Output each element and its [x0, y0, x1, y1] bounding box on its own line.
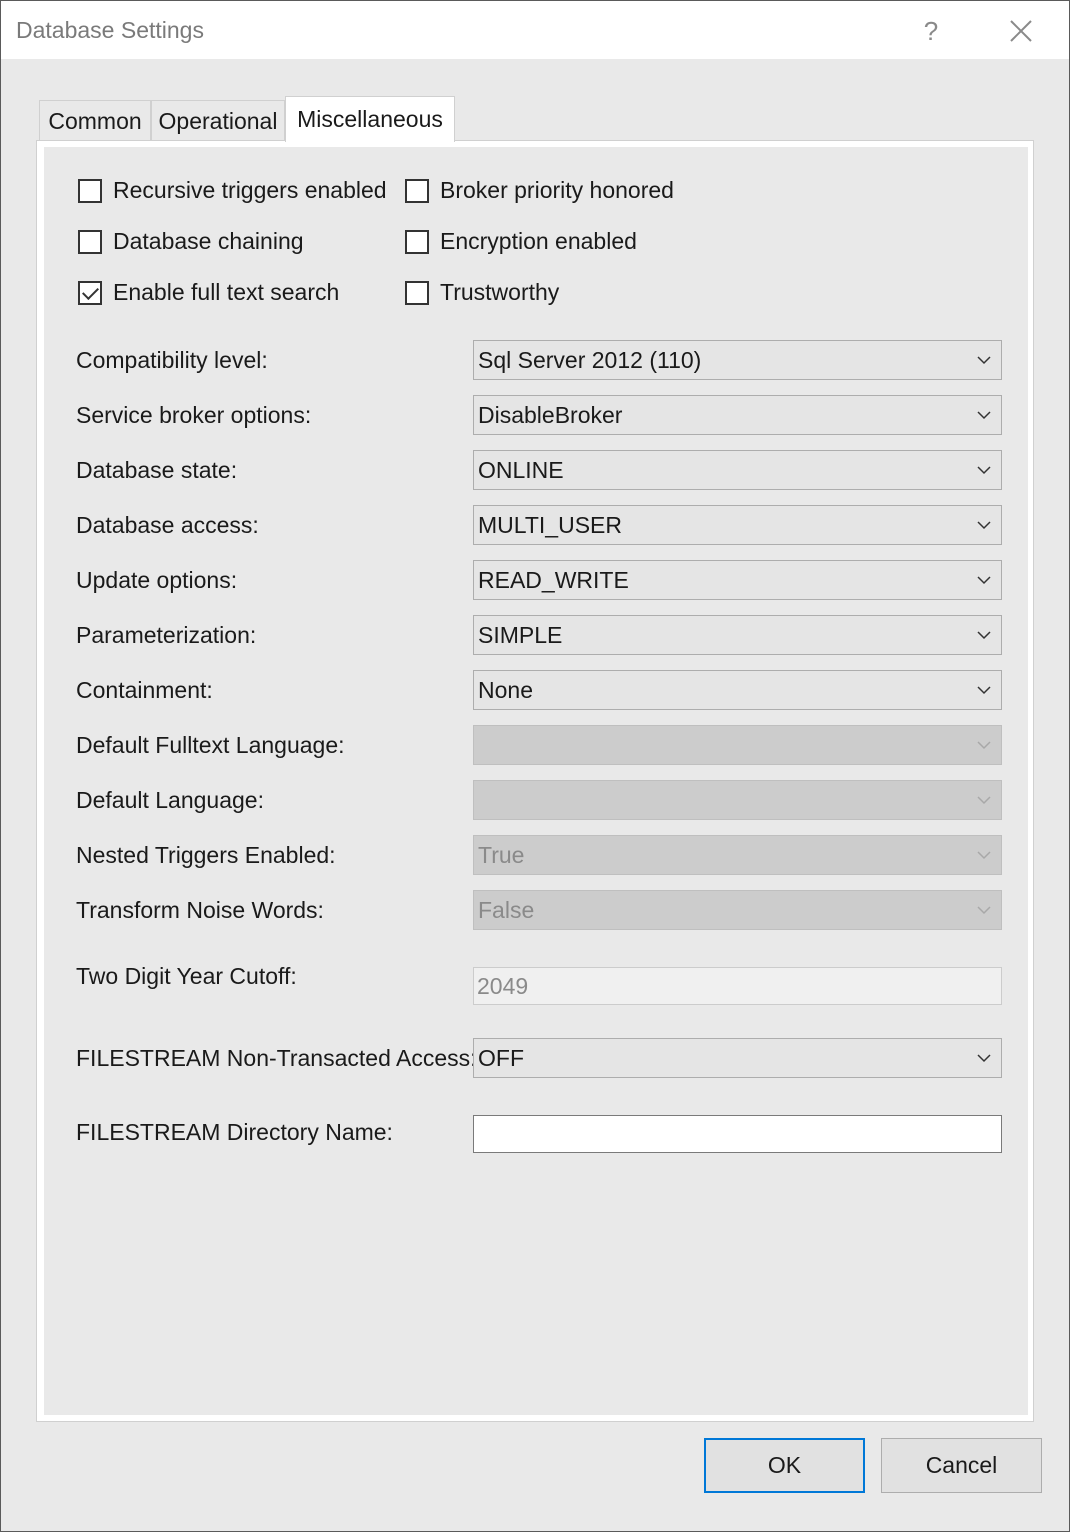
service-broker-options-label: Service broker options: — [76, 402, 312, 428]
dropdown-value: MULTI_USER — [478, 511, 622, 538]
checkbox-box[interactable] — [405, 229, 429, 254]
help-button[interactable]: ? — [909, 11, 953, 51]
recursive-triggers-label: Recursive triggers enabled — [113, 177, 387, 203]
ok-button-label: OK — [767, 1452, 802, 1478]
nested-triggers-label: Nested Triggers Enabled: — [76, 842, 336, 868]
database-chaining-label: Database chaining — [113, 228, 304, 254]
default-fulltext-language-dropdown — [473, 725, 1002, 765]
tab-operational[interactable]: Operational — [151, 100, 285, 142]
parameterization-dropdown[interactable]: SIMPLE — [473, 615, 1002, 655]
checkbox-box[interactable] — [405, 178, 429, 203]
chevron-down-icon — [977, 906, 991, 915]
field-value: 2049 — [477, 972, 529, 999]
recursive-triggers-checkbox[interactable]: Recursive triggers enabled — [78, 177, 387, 204]
compatibility-level-dropdown[interactable]: Sql Server 2012 (110) — [473, 340, 1002, 380]
chevron-down-icon — [977, 356, 991, 365]
dropdown-value: True — [478, 841, 525, 868]
database-state-dropdown[interactable]: ONLINE — [473, 450, 1002, 490]
filestream-access-label: FILESTREAM Non-Transacted Access: — [76, 1045, 477, 1071]
database-settings-dialog: Database Settings ? Common Operational M… — [0, 0, 1070, 1532]
chevron-down-icon — [977, 631, 991, 640]
database-state-label: Database state: — [76, 457, 238, 483]
full-text-search-checkbox[interactable]: Enable full text search — [78, 279, 339, 306]
chevron-down-icon — [977, 796, 991, 805]
dropdown-value: DisableBroker — [478, 401, 623, 428]
filestream-access-dropdown[interactable]: OFF — [473, 1038, 1002, 1078]
containment-dropdown[interactable]: None — [473, 670, 1002, 710]
title-bar: Database Settings ? — [1, 1, 1069, 59]
checkbox-box[interactable] — [78, 229, 102, 254]
chevron-down-icon — [977, 851, 991, 860]
chevron-down-icon — [977, 466, 991, 475]
nested-triggers-dropdown: True — [473, 835, 1002, 875]
dropdown-value: ONLINE — [478, 456, 564, 483]
chevron-down-icon — [977, 411, 991, 420]
database-chaining-checkbox[interactable]: Database chaining — [78, 228, 304, 255]
default-language-dropdown — [473, 780, 1002, 820]
chevron-down-icon — [977, 521, 991, 530]
broker-priority-checkbox[interactable]: Broker priority honored — [405, 177, 674, 204]
update-options-dropdown[interactable]: READ_WRITE — [473, 560, 1002, 600]
transform-noise-words-label: Transform Noise Words: — [76, 897, 324, 923]
window-title: Database Settings — [16, 17, 204, 43]
ok-button[interactable]: OK — [704, 1438, 865, 1493]
trustworthy-label: Trustworthy — [440, 279, 560, 305]
two-digit-year-cutoff-field: 2049 — [473, 967, 1002, 1005]
chevron-down-icon — [977, 1054, 991, 1063]
full-text-search-label: Enable full text search — [113, 279, 340, 305]
compatibility-level-label: Compatibility level: — [76, 347, 268, 373]
transform-noise-words-dropdown: False — [473, 890, 1002, 930]
filestream-directory-label: FILESTREAM Directory Name: — [76, 1119, 393, 1145]
encryption-enabled-checkbox[interactable]: Encryption enabled — [405, 228, 637, 255]
tab-miscellaneous-label: Miscellaneous — [297, 106, 443, 132]
cancel-button[interactable]: Cancel — [881, 1438, 1042, 1493]
tab-common[interactable]: Common — [39, 100, 151, 142]
dialog-body: Common Operational Miscellaneous Recursi… — [1, 59, 1069, 1531]
tab-miscellaneous[interactable]: Miscellaneous — [285, 96, 455, 142]
cancel-button-label: Cancel — [925, 1452, 998, 1478]
parameterization-label: Parameterization: — [76, 622, 257, 648]
dropdown-value: Sql Server 2012 (110) — [478, 346, 702, 373]
database-access-dropdown[interactable]: MULTI_USER — [473, 505, 1002, 545]
dropdown-value: False — [478, 896, 535, 923]
chevron-down-icon — [977, 686, 991, 695]
default-fulltext-language-label: Default Fulltext Language: — [76, 732, 345, 758]
service-broker-options-dropdown[interactable]: DisableBroker — [473, 395, 1002, 435]
help-icon: ? — [923, 15, 939, 46]
chevron-down-icon — [977, 576, 991, 585]
dropdown-value: SIMPLE — [478, 621, 563, 648]
default-language-label: Default Language: — [76, 787, 264, 813]
dropdown-value: READ_WRITE — [478, 566, 629, 593]
checkbox-box[interactable] — [78, 178, 102, 203]
broker-priority-label: Broker priority honored — [440, 177, 674, 203]
trustworthy-checkbox[interactable]: Trustworthy — [405, 279, 559, 306]
tab-common-label: Common — [48, 108, 142, 134]
database-access-label: Database access: — [76, 512, 259, 538]
two-digit-year-cutoff-label: Two Digit Year Cutoff: — [76, 963, 297, 989]
chevron-down-icon — [977, 741, 991, 750]
dropdown-value: None — [478, 676, 533, 703]
checkbox-box-checked[interactable] — [78, 280, 102, 305]
close-icon — [1010, 20, 1032, 42]
checkbox-box[interactable] — [405, 280, 429, 305]
tab-operational-label: Operational — [158, 108, 278, 134]
filestream-directory-field[interactable] — [473, 1115, 1002, 1153]
update-options-label: Update options: — [76, 567, 238, 593]
encryption-enabled-label: Encryption enabled — [440, 228, 637, 254]
dropdown-value: OFF — [478, 1044, 524, 1071]
containment-label: Containment: — [76, 677, 213, 703]
close-button[interactable] — [999, 11, 1043, 51]
